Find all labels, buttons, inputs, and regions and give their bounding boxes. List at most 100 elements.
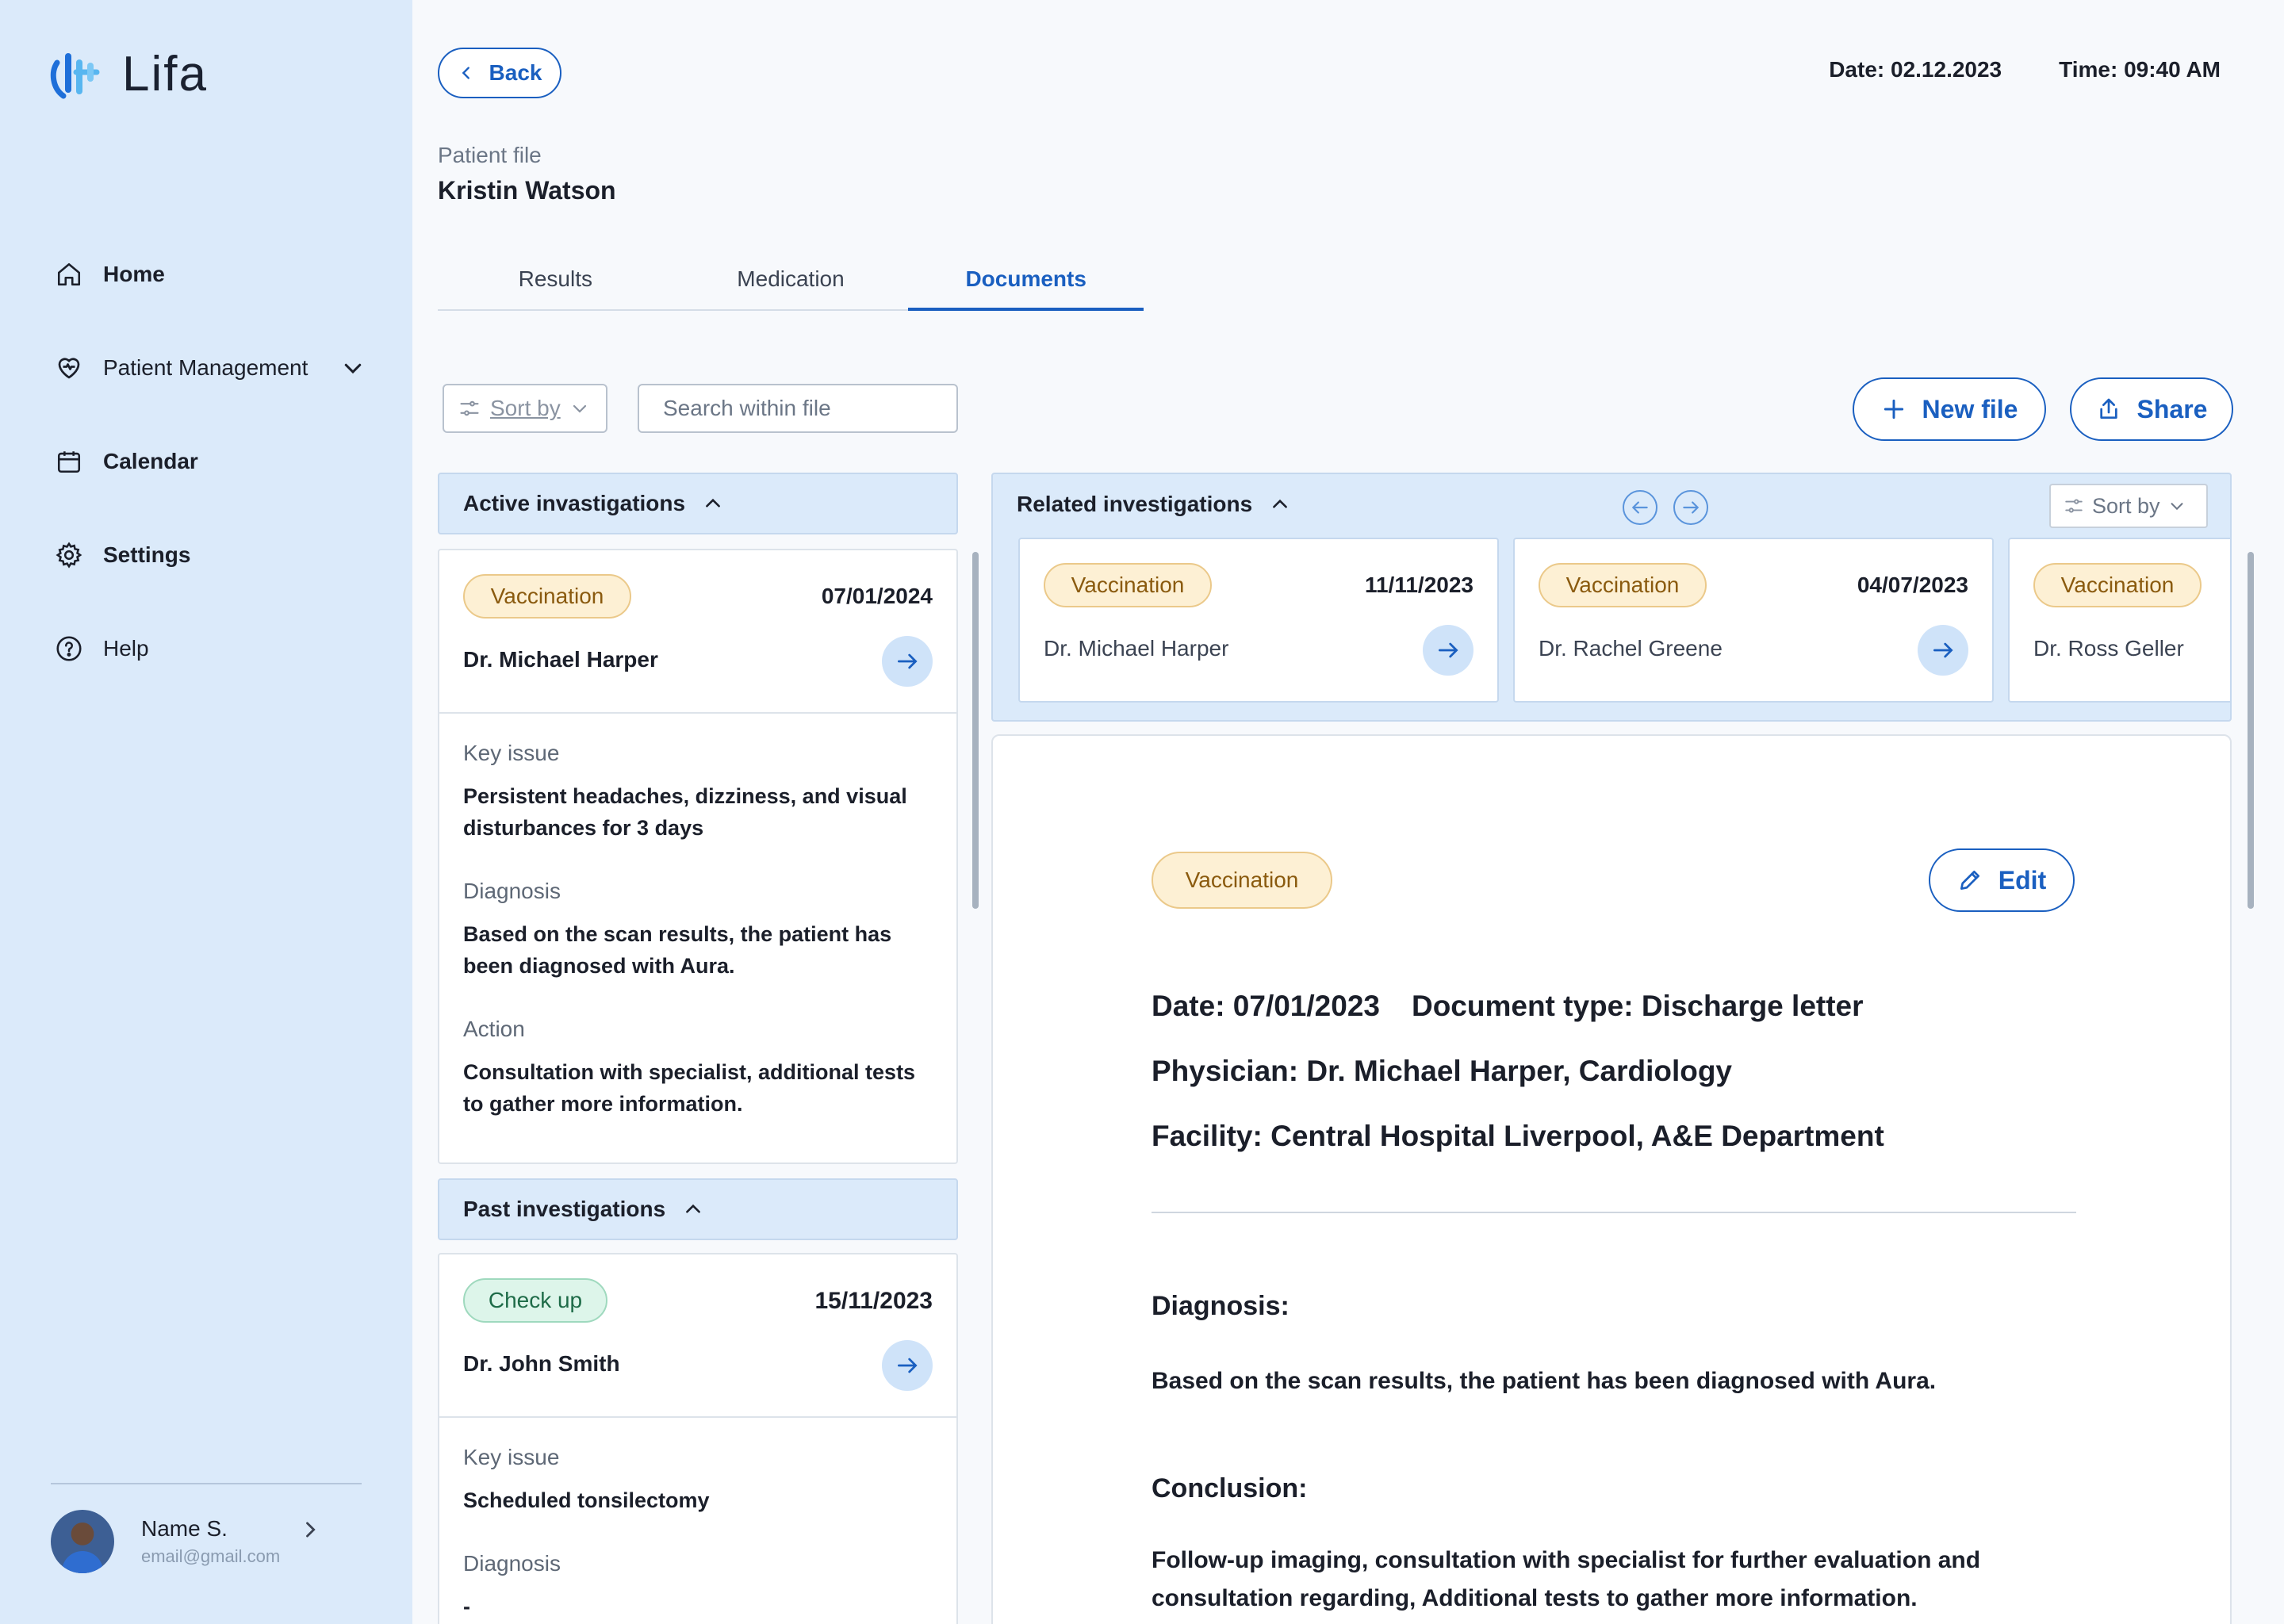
arrow-right-icon	[1683, 501, 1700, 514]
chevron-right-icon[interactable]	[299, 1519, 321, 1541]
help-icon	[54, 634, 84, 664]
sidebar-divider	[51, 1483, 362, 1484]
chevron-up-icon[interactable]	[683, 1199, 703, 1220]
past-investigations-header[interactable]: Past investigations	[438, 1178, 958, 1240]
sort-dropdown[interactable]: Sort by	[443, 384, 607, 433]
category-badge: Check up	[463, 1278, 607, 1323]
open-investigation-button[interactable]	[882, 1340, 933, 1391]
section-title: Related investigations	[1017, 492, 1253, 516]
left-scrollbar[interactable]	[972, 552, 979, 909]
tab-documents[interactable]: Documents	[908, 262, 1144, 311]
share-button[interactable]: Share	[2070, 377, 2233, 441]
sidebar-item-label: Calendar	[103, 449, 198, 473]
card-body: Key issue Scheduled tonsilectomy Diagnos…	[439, 1418, 956, 1622]
tab-bar: Results Medication Documents	[438, 262, 1144, 311]
pencil-icon	[1960, 871, 1979, 890]
share-label: Share	[2136, 394, 2208, 423]
document-divider	[1152, 1212, 2076, 1213]
diagnosis-value: Based on the scan results, the patient h…	[463, 922, 892, 978]
section-title: Active invastigations	[463, 491, 686, 515]
open-investigation-button[interactable]	[1918, 625, 1968, 676]
chevron-down-icon[interactable]	[341, 356, 365, 380]
chevron-down-icon	[573, 404, 586, 413]
app-name: Lifa	[122, 47, 208, 102]
arrow-left-icon	[1631, 501, 1648, 514]
sidebar-item-calendar[interactable]: Calendar	[54, 439, 387, 484]
sidebar-item-label: Help	[103, 636, 149, 661]
right-scrollbar[interactable]	[2248, 552, 2254, 909]
user-profile[interactable]: Name S. email@gmail.com	[51, 1510, 321, 1573]
related-sort-dropdown[interactable]: Sort by	[2049, 484, 2208, 528]
key-issue-label: Key issue	[463, 741, 560, 765]
related-card[interactable]: Vaccination 04/07/2023 Dr. Rachel Greene	[1513, 538, 1994, 703]
sidebar-item-home[interactable]: Home	[54, 252, 387, 297]
sidebar: Lifa Home Patient Management Calendar Se…	[0, 0, 412, 1624]
category-badge: Vaccination	[2033, 563, 2202, 607]
search-input[interactable]	[663, 396, 949, 421]
chevron-up-icon[interactable]	[1270, 494, 1290, 515]
conclusion-text: Follow-up imaging, consultation with spe…	[1152, 1547, 1981, 1611]
current-date: Date: 02.12.2023	[1829, 57, 2002, 82]
doctor-name: Dr. John Smith	[463, 1351, 620, 1376]
doctor-name: Dr. Michael Harper	[463, 647, 658, 672]
search-box	[638, 384, 958, 433]
home-icon	[54, 259, 84, 289]
diagnosis-text: Based on the scan results, the patient h…	[1152, 1368, 1937, 1394]
related-header[interactable]: Related investigations	[1017, 492, 1290, 517]
edit-button[interactable]: Edit	[1929, 848, 2075, 912]
back-button[interactable]: Back	[438, 48, 561, 98]
open-investigation-button[interactable]	[1423, 625, 1473, 676]
arrow-right-icon	[898, 653, 918, 669]
plus-icon	[1884, 399, 1903, 419]
category-badge: Vaccination	[1152, 852, 1332, 909]
action-value: Consultation with specialist, additional…	[463, 1060, 916, 1116]
document-facility: Facility: Central Hospital Liverpool, A&…	[1152, 1120, 1884, 1152]
diagnosis-heading: Diagnosis:	[1152, 1291, 1290, 1321]
filter-icon	[2065, 499, 2083, 513]
related-card[interactable]: Vaccination 11/11/2023 Dr. Michael Harpe…	[1018, 538, 1499, 703]
document-viewer: Vaccination Edit Date: 07/01/2023 Documen…	[991, 734, 2232, 1624]
sidebar-item-help[interactable]: Help	[54, 626, 387, 671]
related-card[interactable]: Vaccination Dr. Ross Geller	[2008, 538, 2230, 703]
active-investigation-card: Vaccination 07/01/2024 Dr. Michael Harpe…	[438, 549, 958, 1164]
chevron-up-icon[interactable]	[703, 493, 723, 514]
carousel-prev-button[interactable]	[1623, 490, 1657, 525]
chevron-down-icon	[2171, 503, 2182, 511]
tab-medication[interactable]: Medication	[673, 262, 909, 309]
avatar	[51, 1510, 114, 1573]
sidebar-item-settings[interactable]: Settings	[54, 533, 387, 577]
date-time: Date: 02.12.2023 Time: 09:40 AM	[1829, 57, 2221, 82]
sidebar-item-label: Patient Management	[103, 355, 308, 380]
carousel-next-button[interactable]	[1673, 490, 1708, 525]
action-label: Action	[463, 1017, 525, 1041]
new-file-button[interactable]: New file	[1853, 377, 2046, 441]
current-time: Time: 09:40 AM	[2059, 57, 2221, 82]
tab-results[interactable]: Results	[438, 262, 673, 309]
chevron-left-icon	[462, 67, 469, 79]
app-logo[interactable]: Lifa	[49, 46, 208, 102]
gear-icon	[54, 540, 84, 570]
category-badge: Vaccination	[1539, 563, 1707, 607]
calendar-icon	[54, 446, 84, 477]
key-issue-value: Scheduled tonsilectomy	[463, 1488, 710, 1512]
arrow-right-icon	[898, 1358, 918, 1373]
sort-label: Sort by	[2092, 493, 2160, 518]
profile-name: Name S.	[141, 1516, 228, 1541]
document-date: Date: 07/01/2023	[1152, 990, 1380, 1022]
category-badge: Vaccination	[463, 574, 631, 619]
arrow-right-icon	[1439, 642, 1458, 658]
sidebar-item-patient-management[interactable]: Patient Management	[54, 346, 387, 390]
diagnosis-label: Diagnosis	[463, 1551, 561, 1576]
document-physician: Physician: Dr. Michael Harper, Cardiolog…	[1152, 1055, 1733, 1087]
doctor-name: Dr. Rachel Greene	[1539, 636, 1723, 661]
sidebar-item-label: Settings	[103, 542, 191, 567]
sort-label: Sort by	[490, 396, 561, 420]
active-investigations-header[interactable]: Active invastigations	[438, 473, 958, 534]
investigation-date: 07/01/2024	[821, 584, 933, 608]
card-header: Check up 15/11/2023 Dr. John Smith	[439, 1254, 956, 1418]
key-issue-label: Key issue	[463, 1445, 560, 1469]
related-investigations: Related investigations Sort by Vaccinati…	[991, 473, 2232, 722]
diagnosis-label: Diagnosis	[463, 879, 561, 903]
open-investigation-button[interactable]	[882, 636, 933, 687]
patient-name: Kristin Watson	[438, 176, 616, 205]
